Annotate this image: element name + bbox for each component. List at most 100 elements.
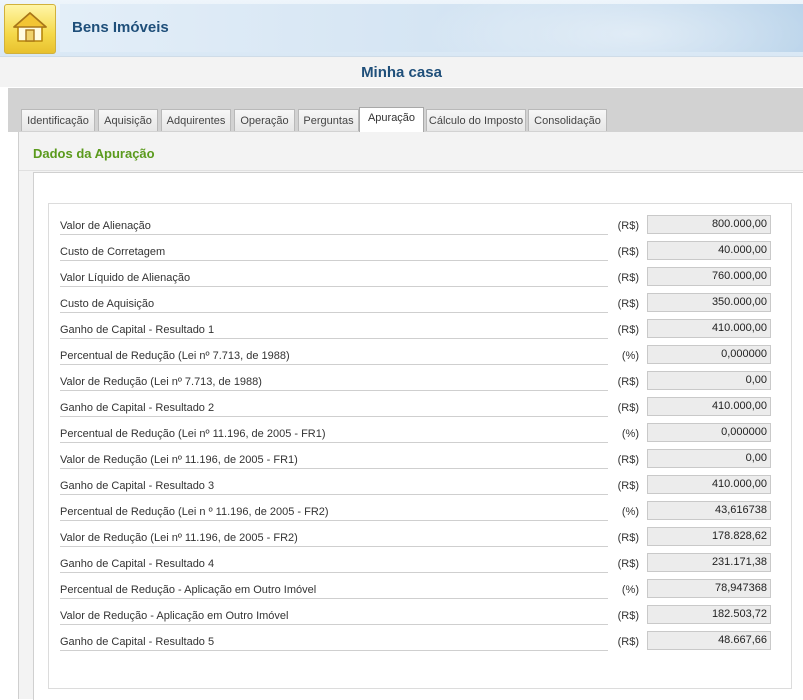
field-label: Valor de Redução (Lei nº 11.196, de 2005… [60,454,298,466]
form-row: Valor de Redução (Lei nº 7.713, de 1988)… [49,371,791,397]
form-row: Valor de Alienação (R$) 800.000,00 [49,215,791,241]
value-field-percentual-reducao-outro-imovel[interactable]: 78,947368 [647,579,771,598]
form-row: Ganho de Capital - Resultado 3 (R$) 410.… [49,475,791,501]
home-icon [12,10,48,49]
page-title-bar: Minha casa [0,57,803,87]
field-unit: (R$) [617,454,639,466]
field-label: Percentual de Redução (Lei n º 11.196, d… [60,506,329,518]
form-row: Percentual de Redução - Aplicação em Out… [49,579,791,605]
row-underline [60,312,608,313]
form-row: Valor de Redução (Lei nº 11.196, de 2005… [49,527,791,553]
field-unit: (R$) [617,298,639,310]
row-underline [60,494,608,495]
field-label: Ganho de Capital - Resultado 3 [60,480,215,492]
value-field-valor-reducao-fr2[interactable]: 178.828,62 [647,527,771,546]
row-underline [60,234,608,235]
field-unit: (R$) [617,636,639,648]
field-label: Ganho de Capital - Resultado 2 [60,402,215,414]
row-underline [60,442,608,443]
form-row: Ganho de Capital - Resultado 2 (R$) 410.… [49,397,791,423]
row-underline [60,416,608,417]
field-label: Percentual de Redução (Lei nº 11.196, de… [60,428,326,440]
value-field-custo-de-aquisicao[interactable]: 350.000,00 [647,293,771,312]
form-row: Valor de Redução - Aplicação em Outro Im… [49,605,791,631]
section-title: Dados da Apuração [33,146,155,161]
field-label: Percentual de Redução (Lei nº 7.713, de … [60,350,290,362]
value-field-custo-de-corretagem[interactable]: 40.000,00 [647,241,771,260]
row-underline [60,286,608,287]
tab-perguntas[interactable]: Perguntas [298,109,359,131]
value-field-valor-de-alienacao[interactable]: 800.000,00 [647,215,771,234]
field-label: Percentual de Redução - Aplicação em Out… [60,584,317,596]
value-field-percentual-reducao-7713[interactable]: 0,000000 [647,345,771,364]
row-underline [60,624,608,625]
form-row: Valor Líquido de Alienação (R$) 760.000,… [49,267,791,293]
row-underline [60,520,608,521]
field-label: Ganho de Capital - Resultado 1 [60,324,215,336]
field-unit: (R$) [617,480,639,492]
field-unit: (%) [621,506,639,518]
field-unit: (R$) [617,376,639,388]
row-underline [60,468,608,469]
home-button[interactable] [4,4,56,54]
content-card: Valor de Alienação (R$) 800.000,00 Custo… [33,172,803,700]
form-row: Custo de Corretagem (R$) 40.000,00 [49,241,791,267]
row-underline [60,546,608,547]
form-row: Percentual de Redução (Lei nº 11.196, de… [49,423,791,449]
header-banner: Bens Imóveis [60,4,803,52]
value-field-percentual-reducao-fr2[interactable]: 43,616738 [647,501,771,520]
value-field-valor-reducao-fr1[interactable]: 0,00 [647,449,771,468]
tab-operacao[interactable]: Operação [234,109,295,131]
field-label: Ganho de Capital - Resultado 5 [60,636,215,648]
field-label: Custo de Aquisição [60,298,155,310]
form-row: Percentual de Redução (Lei n º 11.196, d… [49,501,791,527]
row-underline [60,390,608,391]
form-row: Percentual de Redução (Lei nº 7.713, de … [49,345,791,371]
row-underline [60,598,608,599]
value-field-valor-reducao-outro-imovel[interactable]: 182.503,72 [647,605,771,624]
field-label: Valor Líquido de Alienação [60,272,191,284]
field-label: Custo de Corretagem [60,246,166,258]
page-title: Minha casa [361,64,442,81]
form-row: Valor de Redução (Lei nº 11.196, de 2005… [49,449,791,475]
form-row: Ganho de Capital - Resultado 5 (R$) 48.6… [49,631,791,657]
tab-apuracao[interactable]: Apuração [359,107,424,132]
value-field-ganho-de-capital-3[interactable]: 410.000,00 [647,475,771,494]
value-field-ganho-de-capital-2[interactable]: 410.000,00 [647,397,771,416]
field-unit: (R$) [617,610,639,622]
value-field-ganho-de-capital-5[interactable]: 48.667,66 [647,631,771,650]
tab-identificacao[interactable]: Identificação [21,109,95,131]
value-field-valor-reducao-7713[interactable]: 0,00 [647,371,771,390]
tab-content-panel: Dados da Apuração Valor de Alienação (R$… [18,132,803,700]
field-label: Valor de Redução - Aplicação em Outro Im… [60,610,289,622]
field-unit: (R$) [617,220,639,232]
section-divider [19,170,803,171]
field-unit: (%) [621,350,639,362]
row-underline [60,650,608,651]
tab-aquisicao[interactable]: Aquisição [98,109,158,131]
value-field-ganho-de-capital-4[interactable]: 231.171,38 [647,553,771,572]
value-field-ganho-de-capital-1[interactable]: 410.000,00 [647,319,771,338]
row-underline [60,260,608,261]
tab-bar: Identificação Aquisição Adquirentes Oper… [8,88,803,132]
tab-calculo-do-imposto[interactable]: Cálculo do Imposto [426,109,526,131]
app-title: Bens Imóveis [72,19,169,36]
field-unit: (R$) [617,402,639,414]
tab-adquirentes[interactable]: Adquirentes [161,109,231,131]
apuracao-form: Valor de Alienação (R$) 800.000,00 Custo… [48,203,792,689]
row-underline [60,572,608,573]
field-label: Valor de Redução (Lei nº 11.196, de 2005… [60,532,298,544]
form-row: Custo de Aquisição (R$) 350.000,00 [49,293,791,319]
value-field-valor-liquido-de-alienacao[interactable]: 760.000,00 [647,267,771,286]
field-unit: (R$) [617,324,639,336]
field-unit: (R$) [617,246,639,258]
field-unit: (R$) [617,558,639,570]
field-label: Valor de Alienação [60,220,151,232]
row-underline [60,338,608,339]
field-unit: (R$) [617,272,639,284]
form-row: Ganho de Capital - Resultado 1 (R$) 410.… [49,319,791,345]
tab-consolidacao[interactable]: Consolidação [528,109,607,131]
value-field-percentual-reducao-fr1[interactable]: 0,000000 [647,423,771,442]
field-unit: (%) [621,584,639,596]
field-label: Ganho de Capital - Resultado 4 [60,558,215,570]
